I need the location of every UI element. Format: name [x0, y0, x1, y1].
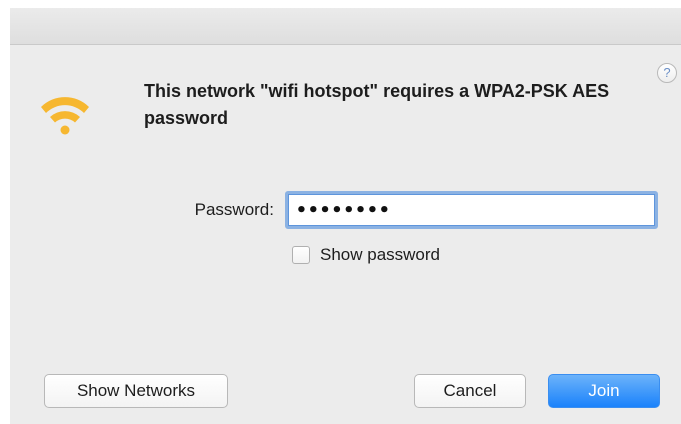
show-password-checkbox[interactable] — [292, 246, 310, 264]
wifi-password-dialog-screen: ? This network "wifi hotspot" requires a… — [0, 0, 681, 424]
dialog-message: This network "wifi hotspot" requires a W… — [144, 81, 610, 128]
password-field[interactable] — [285, 191, 658, 229]
show-networks-button[interactable]: Show Networks — [44, 374, 228, 408]
password-label: Password: — [194, 200, 274, 219]
wifi-icon — [41, 97, 89, 135]
show-password-label[interactable]: Show password — [320, 245, 440, 265]
show-password-option[interactable]: Show password — [292, 245, 440, 265]
cancel-button[interactable]: Cancel — [414, 374, 526, 408]
window-titlebar[interactable] — [10, 8, 681, 45]
join-button[interactable]: Join — [548, 374, 660, 408]
